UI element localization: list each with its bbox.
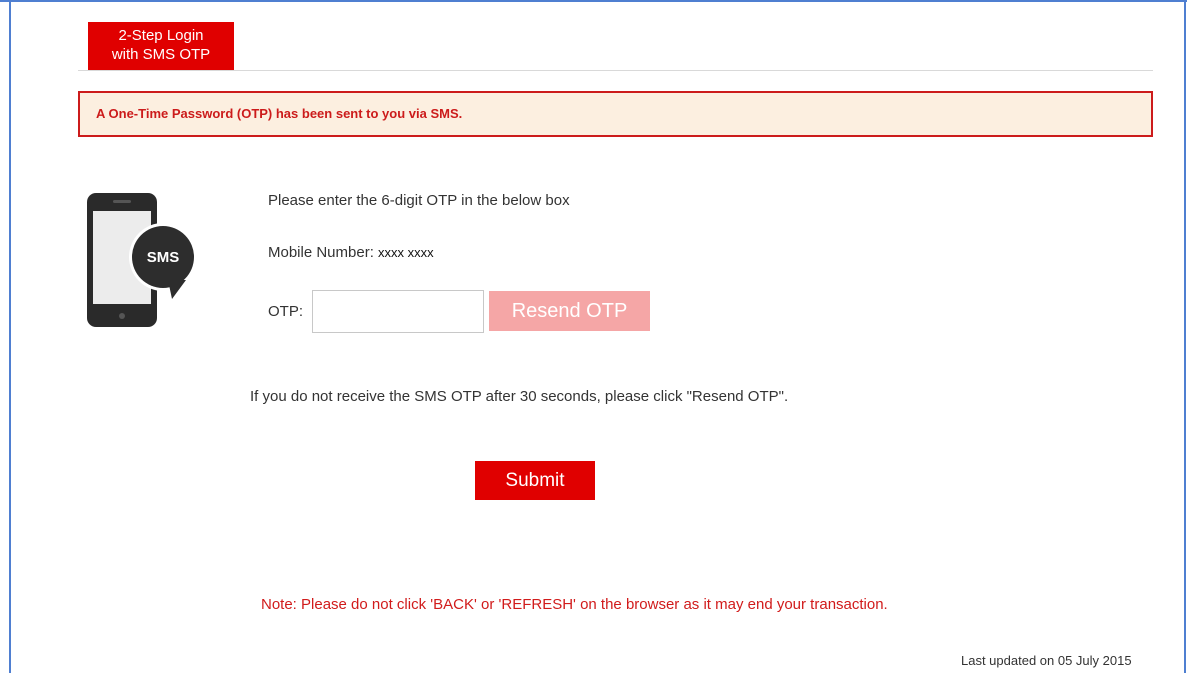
tab-label-line2: with SMS OTP — [111, 46, 211, 63]
browser-warning-note: Note: Please do not click 'BACK' or 'REF… — [261, 596, 888, 613]
window-right-border — [1184, 0, 1186, 673]
mobile-number-label: Mobile Number: — [268, 244, 379, 261]
tab-divider — [78, 70, 1153, 71]
otp-input[interactable] — [312, 290, 484, 333]
tab-label-line1: 2-Step Login — [118, 27, 204, 44]
sms-bubble-label: SMS — [147, 249, 180, 266]
window-left-border — [9, 0, 11, 673]
resend-otp-button[interactable]: Resend OTP — [489, 291, 650, 331]
otp-label: OTP: — [268, 303, 304, 320]
submit-button[interactable]: Submit — [475, 461, 595, 500]
alert-message: A One-Time Password (OTP) has been sent … — [96, 106, 463, 121]
mobile-number-row: Mobile Number: xxxx xxxx — [268, 244, 434, 261]
last-updated: Last updated on 05 July 2015 — [961, 653, 1132, 668]
window-top-border — [0, 0, 1187, 2]
tab-2-step-login[interactable]: 2-Step Login with SMS OTP — [88, 22, 234, 70]
otp-instruction: Please enter the 6-digit OTP in the belo… — [268, 192, 570, 209]
phone-sms-icon: SMS — [86, 190, 202, 335]
resend-hint: If you do not receive the SMS OTP after … — [250, 388, 789, 405]
mobile-number-value: xxxx xxxx — [378, 245, 434, 260]
otp-sent-alert: A One-Time Password (OTP) has been sent … — [78, 91, 1153, 137]
